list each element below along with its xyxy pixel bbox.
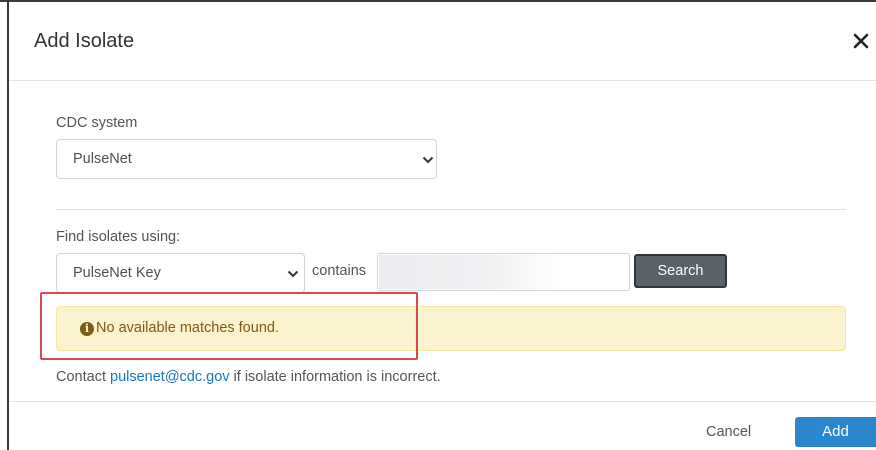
find-isolates-label: Find isolates using:	[56, 229, 181, 245]
cdc-system-select[interactable]: PulseNet	[56, 139, 437, 179]
annotation-highlight-box	[40, 292, 418, 360]
contact-line: Contact pulsenet@cdc.gov if isolate info…	[56, 369, 441, 385]
contact-suffix: if isolate information is incorrect.	[229, 369, 441, 385]
find-field-select[interactable]: PulseNet Key	[56, 253, 305, 293]
chevron-down-icon	[422, 156, 434, 164]
modal-header: Add Isolate	[9, 2, 876, 81]
operator-text: contains	[312, 263, 367, 279]
search-button[interactable]: Search	[634, 254, 727, 288]
footer-divider	[9, 401, 876, 402]
contact-email-link[interactable]: pulsenet@cdc.gov	[110, 369, 230, 385]
cdc-system-selected-value: PulseNet	[73, 151, 132, 167]
section-divider	[56, 209, 846, 210]
modal-title: Add Isolate	[34, 30, 135, 52]
contact-prefix: Contact	[56, 369, 110, 385]
cdc-system-label: CDC system	[56, 115, 138, 131]
search-input[interactable]	[377, 253, 630, 291]
redacted-value	[379, 255, 559, 289]
cancel-button[interactable]: Cancel	[706, 424, 751, 440]
find-field-selected-value: PulseNet Key	[73, 265, 161, 281]
close-icon[interactable]	[849, 29, 873, 53]
chevron-down-icon	[287, 270, 299, 278]
add-button[interactable]: Add	[795, 417, 876, 447]
